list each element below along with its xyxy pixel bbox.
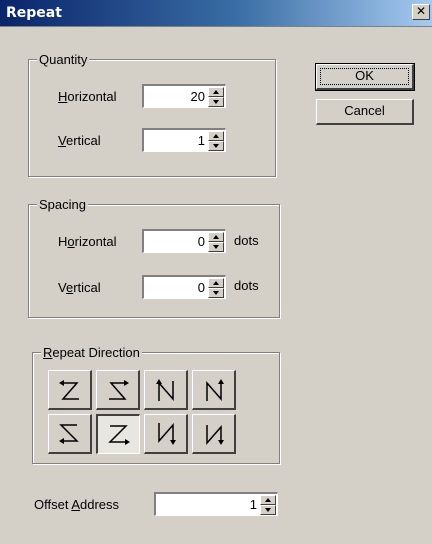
quantity-legend: Quantity <box>37 52 90 67</box>
spacing-vertical-up-arrow-icon[interactable] <box>208 278 224 288</box>
quantity-horizontal-label: Horizontal <box>58 89 117 104</box>
offset-address-label: Offset Address <box>34 497 120 512</box>
ok-button[interactable]: OK <box>315 63 415 91</box>
repeat-direction-legend: Repeat Direction <box>41 345 142 360</box>
direction-bottom-up-n-left-button[interactable] <box>144 370 188 410</box>
title-bar: Repeat ✕ <box>0 0 432 27</box>
z-right-arrow-icon <box>108 425 130 445</box>
cancel-button-label: Cancel <box>344 103 385 118</box>
direction-top-left-to-right-z-reverse-button[interactable] <box>96 370 140 410</box>
spacing-vertical-label: Vertical <box>58 280 101 295</box>
quantity-horizontal-value[interactable]: 20 <box>191 89 205 104</box>
quantity-vertical-label: Vertical <box>58 133 101 148</box>
quantity-horizontal-spinner[interactable]: 20 <box>142 84 226 108</box>
s-right-arrow-icon <box>109 380 129 400</box>
z-left-arrow-icon <box>59 380 79 400</box>
offset-address-up-arrow-icon[interactable] <box>260 495 276 505</box>
n-up-left-arrow-icon <box>156 379 174 401</box>
spacing-horizontal-value[interactable]: 0 <box>198 234 205 249</box>
spacing-vertical-value[interactable]: 0 <box>198 280 205 295</box>
quantity-horizontal-up-arrow-icon[interactable] <box>208 87 224 97</box>
spacing-legend: Spacing <box>37 197 88 212</box>
direction-bottom-right-to-left-s-button[interactable] <box>48 414 92 454</box>
spacing-horizontal-label: Horizontal <box>58 234 117 249</box>
quantity-horizontal-down-arrow-icon[interactable] <box>208 97 224 107</box>
spacing-vertical-unit: dots <box>234 278 259 293</box>
n-down-left-arrow-icon <box>158 423 176 445</box>
offset-address-value[interactable]: 1 <box>250 497 257 512</box>
n-up-right-arrow-icon <box>206 379 224 401</box>
spacing-vertical-spinner[interactable]: 0 <box>142 275 226 299</box>
offset-address-spinner[interactable]: 1 <box>154 492 278 516</box>
spacing-group: Spacing <box>28 197 280 318</box>
spacing-horizontal-up-arrow-icon[interactable] <box>208 232 224 242</box>
quantity-group: Quantity <box>28 52 276 177</box>
quantity-vertical-up-arrow-icon[interactable] <box>208 131 224 141</box>
direction-bottom-left-to-right-z-button[interactable] <box>96 414 140 454</box>
close-button[interactable]: ✕ <box>412 4 430 20</box>
spacing-horizontal-down-arrow-icon[interactable] <box>208 242 224 252</box>
direction-bottom-up-n-right-button[interactable] <box>192 370 236 410</box>
window-title: Repeat <box>6 5 62 21</box>
offset-address-down-arrow-icon[interactable] <box>260 505 276 515</box>
direction-top-right-to-left-z-button[interactable] <box>48 370 92 410</box>
quantity-vertical-down-arrow-icon[interactable] <box>208 141 224 151</box>
quantity-vertical-value[interactable]: 1 <box>198 133 205 148</box>
direction-top-down-n-right-button[interactable] <box>192 414 236 454</box>
quantity-vertical-spinner[interactable]: 1 <box>142 128 226 152</box>
s-left-arrow-icon <box>59 424 79 444</box>
spacing-horizontal-spinner[interactable]: 0 <box>142 229 226 253</box>
spacing-vertical-down-arrow-icon[interactable] <box>208 288 224 298</box>
direction-top-down-n-left-button[interactable] <box>144 414 188 454</box>
n-down-right-arrow-icon <box>206 425 224 445</box>
spacing-horizontal-unit: dots <box>234 233 259 248</box>
cancel-button[interactable]: Cancel <box>316 99 414 125</box>
